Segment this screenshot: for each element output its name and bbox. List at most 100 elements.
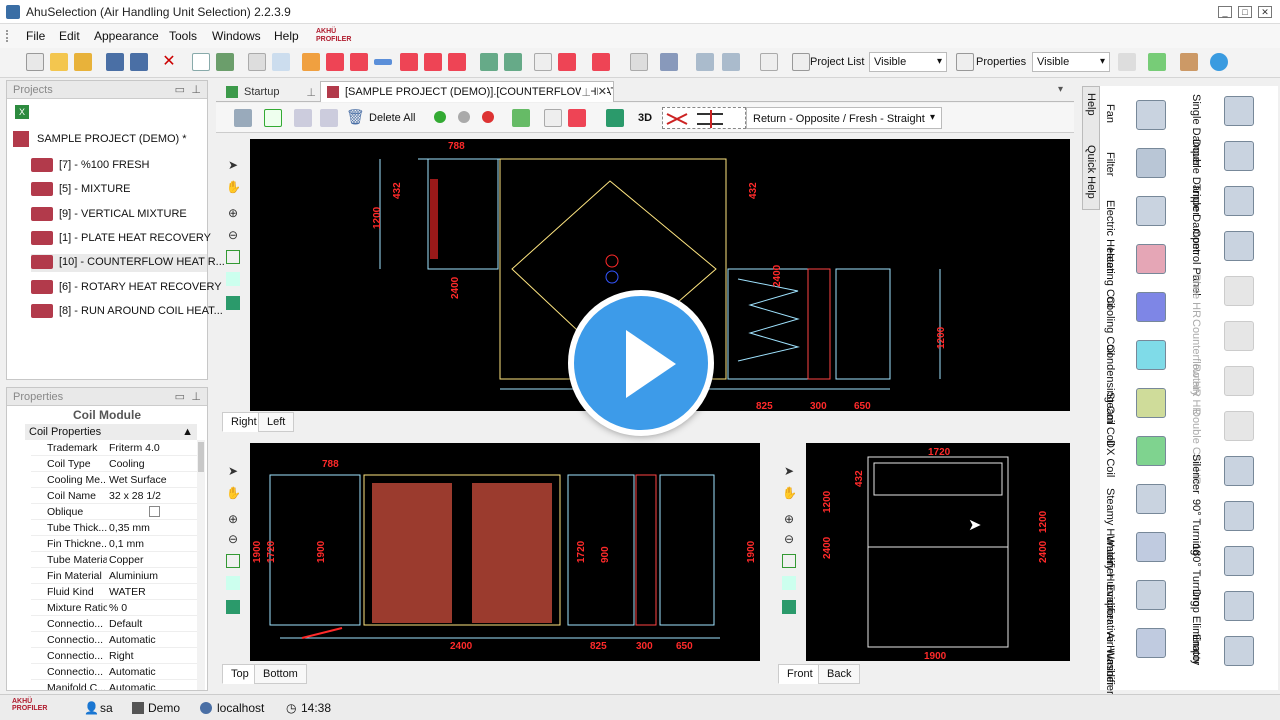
stop-icon[interactable]: [458, 111, 470, 123]
save-all-icon[interactable]: [130, 53, 148, 71]
play-icon[interactable]: [434, 111, 446, 123]
grid-a-icon[interactable]: [696, 53, 714, 71]
flow-mode-select[interactable]: Return - Opposite / Fresh - Straight ▾: [746, 107, 942, 129]
settings-icon[interactable]: [1118, 53, 1136, 71]
component-evaporative-humidifier-icon[interactable]: [1136, 580, 1166, 610]
component-silencer-icon[interactable]: [1224, 456, 1254, 486]
tool-f-icon[interactable]: [424, 53, 442, 71]
tab-counterflow[interactable]: [SAMPLE PROJECT (DEMO)].[COUNTERFLOW HEA…: [320, 81, 614, 102]
property-row[interactable]: Fin Material Aluminium: [31, 568, 197, 584]
property-row[interactable]: Coil Name 32 x 28 1/2: [31, 488, 197, 504]
property-value[interactable]: Wet Surface: [109, 474, 167, 486]
property-row[interactable]: Cooling Me... Wet Surface: [31, 472, 197, 488]
panel-restore-icon[interactable]: ▭: [175, 390, 185, 403]
component-cooling-coil-icon[interactable]: [1136, 292, 1166, 322]
zoom-fit-icon[interactable]: [782, 554, 796, 568]
component-double-coil-hr-icon[interactable]: [1224, 411, 1254, 441]
menu-tools[interactable]: Tools: [169, 29, 197, 43]
zoom-window-icon[interactable]: [782, 576, 796, 590]
print-icon[interactable]: [248, 53, 266, 71]
property-value[interactable]: 0,35 mm: [109, 522, 150, 534]
component-heating-coil-icon[interactable]: [1136, 244, 1166, 274]
doc-b-icon[interactable]: [320, 109, 338, 127]
component-double-damper-icon[interactable]: [1224, 141, 1254, 171]
view-3d-button[interactable]: 3D: [638, 112, 652, 124]
property-value[interactable]: Default: [109, 618, 142, 630]
front-view[interactable]: 1720 432 1200 2400 1200 2400 1900 ➤: [806, 443, 1070, 662]
property-value[interactable]: Automatic: [109, 682, 156, 690]
property-value[interactable]: 0,1 mm: [109, 538, 144, 550]
record-icon[interactable]: [482, 111, 494, 123]
property-row[interactable]: Fluid Kind WATER: [31, 584, 197, 600]
property-row[interactable]: Connectio... Default: [31, 616, 197, 632]
oblique-checkbox[interactable]: [149, 506, 160, 517]
component-triple-damper-icon[interactable]: [1224, 186, 1254, 216]
component-counterflow-hr-icon[interactable]: [1224, 321, 1254, 351]
export-icon[interactable]: [558, 53, 576, 71]
property-row[interactable]: Trademark Friterm 4.0: [31, 440, 197, 456]
menu-file[interactable]: File: [26, 29, 45, 43]
tool-c-icon[interactable]: [350, 53, 368, 71]
zoom-in-icon[interactable]: ⊕: [226, 512, 240, 526]
menu-appearance[interactable]: Appearance: [94, 29, 159, 43]
refresh-icon[interactable]: [1210, 53, 1228, 71]
component-air-washer-icon[interactable]: [1136, 628, 1166, 658]
component-filter-icon[interactable]: [1136, 148, 1166, 178]
component-fan-icon[interactable]: [1136, 100, 1166, 130]
property-value[interactable]: WATER: [109, 586, 146, 598]
copy-icon[interactable]: [192, 53, 210, 71]
component-drop-eliminator-icon[interactable]: [1224, 591, 1254, 621]
zoom-window-icon[interactable]: [226, 272, 240, 286]
video-play-button[interactable]: [568, 290, 714, 436]
measure-icon[interactable]: [782, 600, 796, 614]
property-value[interactable]: Copper: [109, 554, 143, 566]
component-steam-coil-icon[interactable]: [1136, 388, 1166, 418]
maximize-button[interactable]: □: [1238, 6, 1252, 18]
swap-icon[interactable]: [512, 109, 530, 127]
component-90-turning-icon[interactable]: [1224, 501, 1254, 531]
minimize-button[interactable]: _: [1218, 6, 1232, 18]
folder-icon[interactable]: [74, 53, 92, 71]
preview-icon[interactable]: [272, 53, 290, 71]
tab-left[interactable]: Left: [258, 412, 295, 432]
component-electric-heater-icon[interactable]: [1136, 196, 1166, 226]
chart-icon[interactable]: [1148, 53, 1166, 71]
hand-icon[interactable]: ✋: [226, 486, 241, 500]
zoom-fit-icon[interactable]: [226, 554, 240, 568]
report-icon[interactable]: [592, 53, 610, 71]
component-dx-coil-icon[interactable]: [1136, 436, 1166, 466]
tool-d-icon[interactable]: [374, 59, 392, 65]
property-row[interactable]: Oblique: [31, 504, 197, 520]
tab-close-icon[interactable]: ✕: [597, 85, 607, 98]
zoom-in-icon[interactable]: ⊕: [226, 206, 240, 220]
component-rotary-hr-icon[interactable]: [1224, 366, 1254, 396]
paste-icon[interactable]: [544, 109, 562, 127]
zoom-window-icon[interactable]: [226, 576, 240, 590]
tools-icon[interactable]: [1180, 53, 1198, 71]
collapse-icon[interactable]: ▲: [182, 426, 193, 438]
export-doc-icon[interactable]: [568, 109, 586, 127]
top-plan-view[interactable]: 788 1900 1720 1900 1720 900 1900 2400 825 300 650: [250, 443, 760, 661]
property-value[interactable]: Right: [109, 650, 134, 662]
component-single-damper-icon[interactable]: [1224, 96, 1254, 126]
trash-icon[interactable]: 🗑: [346, 109, 365, 127]
align-up-icon[interactable]: [480, 53, 498, 71]
scrollbar-thumb[interactable]: [198, 442, 204, 472]
property-row[interactable]: Coil Type Cooling: [31, 456, 197, 472]
zoom-out-icon[interactable]: ⊖: [226, 532, 240, 546]
panel-restore-icon[interactable]: ▭: [175, 83, 185, 96]
zoom-out-icon[interactable]: ⊖: [782, 532, 796, 546]
grid-b-icon[interactable]: [722, 53, 740, 71]
component-plate-hr-icon[interactable]: [1224, 276, 1254, 306]
property-value[interactable]: Automatic: [109, 634, 156, 646]
close-button[interactable]: ✕: [1258, 6, 1272, 18]
component-empty-icon[interactable]: [1224, 636, 1254, 666]
component-watery-humidifier-icon[interactable]: [1136, 532, 1166, 562]
layout-icon[interactable]: [660, 53, 678, 71]
select-arrow-icon[interactable]: ➤: [226, 158, 240, 172]
section-header[interactable]: Coil Properties ▲: [25, 424, 197, 440]
property-value[interactable]: Automatic: [109, 666, 156, 678]
zoom-in-icon[interactable]: ⊕: [782, 512, 796, 526]
tab-top[interactable]: Top: [222, 664, 258, 684]
open-folder-icon[interactable]: [50, 53, 68, 71]
